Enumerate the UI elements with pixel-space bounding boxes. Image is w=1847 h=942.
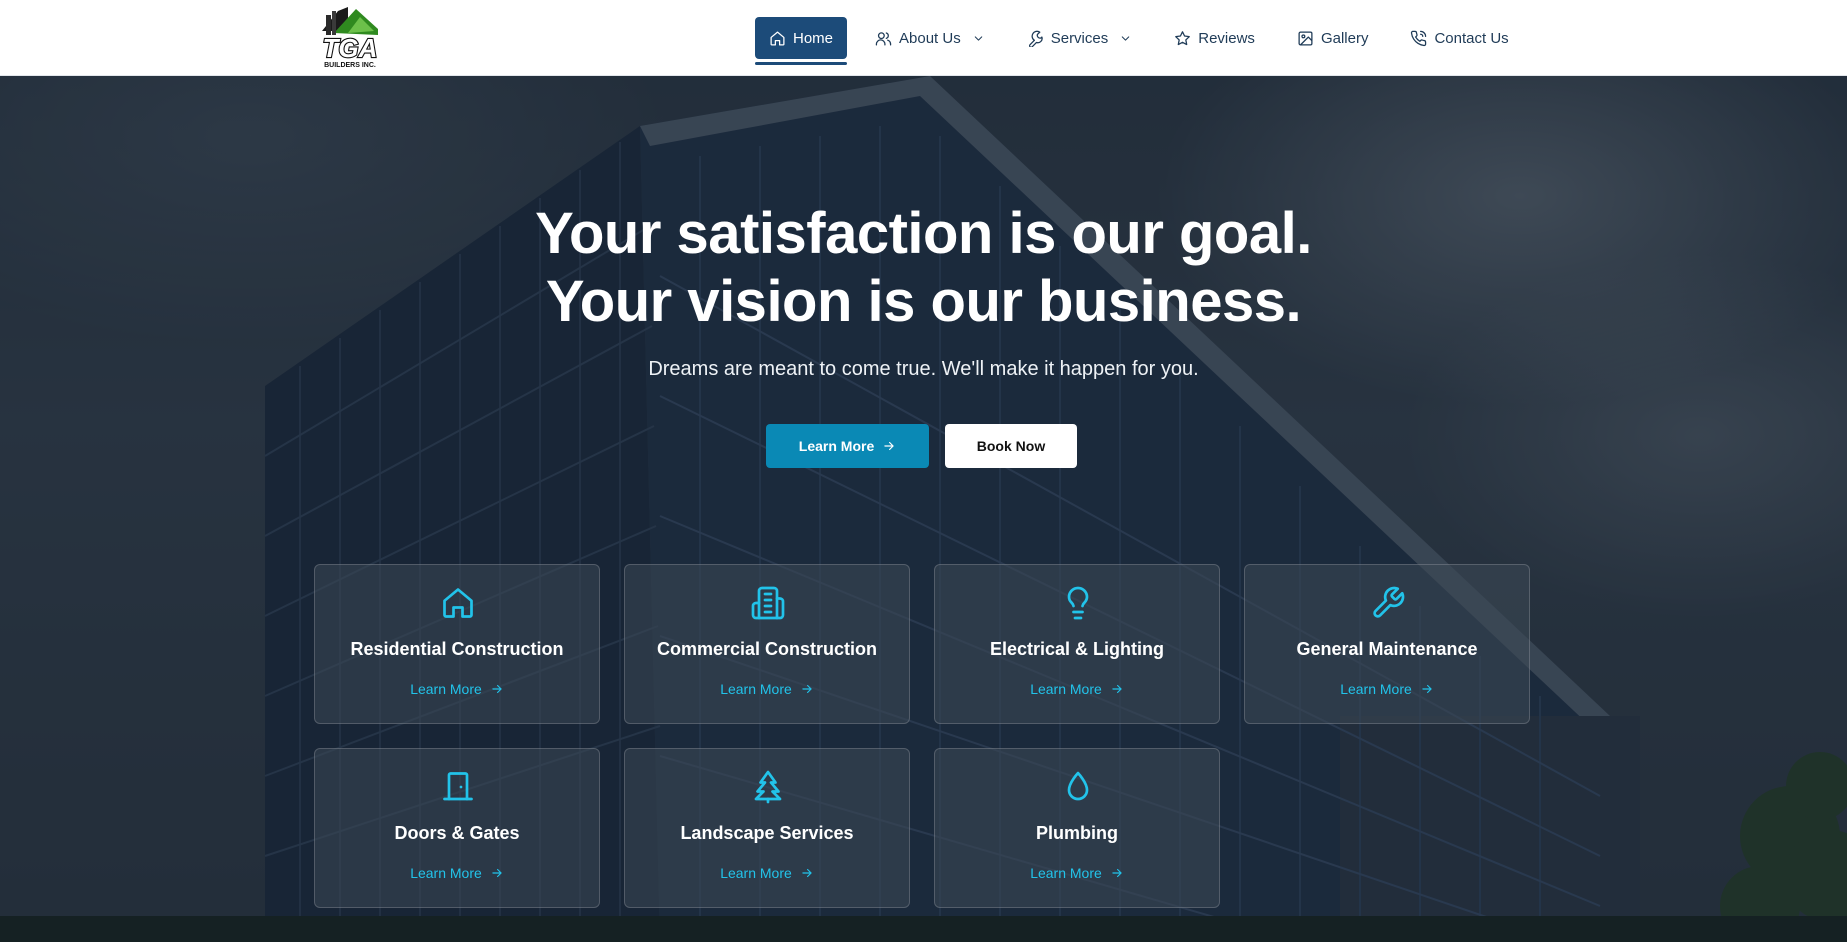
service-card-link-label: Learn More [720, 681, 792, 697]
hero-section: Your satisfaction is our goal. Your visi… [0, 76, 1847, 942]
arrow-right-icon [1112, 868, 1122, 878]
learn-more-button[interactable]: Learn More [766, 424, 929, 468]
service-card-general-maintenance[interactable]: General Maintenance Learn More [1244, 564, 1530, 724]
nav-reviews[interactable]: Reviews [1160, 17, 1269, 59]
service-card-plumbing[interactable]: Plumbing Learn More [934, 748, 1220, 908]
house-icon [443, 588, 473, 618]
site-header: TGA BUILDERS INC. Home About Us Services… [0, 0, 1847, 76]
arrow-right-icon [1422, 684, 1432, 694]
svg-text:BUILDERS INC.: BUILDERS INC. [324, 62, 376, 69]
door-icon [443, 772, 473, 801]
nav-home-label: Home [793, 29, 834, 47]
phone-icon [1411, 30, 1427, 46]
image-icon [1298, 30, 1313, 46]
service-card-link-label: Learn More [410, 681, 482, 697]
svg-text:TGA: TGA [323, 33, 378, 63]
hero-headline-line-1: Your satisfaction is our goal. [535, 201, 1312, 266]
chevron-down-icon [1122, 35, 1130, 41]
service-card-title: Residential Construction [350, 639, 564, 659]
nav-gallery-label: Gallery [1320, 29, 1369, 47]
service-card-link-label: Learn More [1030, 681, 1102, 697]
main-nav: Home About Us Services Reviews Gallery C… [755, 16, 1537, 65]
nav-contact-us[interactable]: Contact Us [1396, 17, 1522, 59]
chevron-down-icon [974, 35, 982, 41]
service-card-learn-more-link[interactable]: Learn More [315, 681, 599, 697]
nav-services[interactable]: Services [1013, 17, 1147, 59]
users-icon [875, 31, 892, 46]
service-card-link-label: Learn More [720, 865, 792, 881]
service-card-learn-more-link[interactable]: Learn More [625, 681, 909, 697]
service-card-residential-construction[interactable]: Residential Construction Learn More [314, 564, 600, 724]
droplet-icon [1067, 771, 1089, 801]
service-card-title: Electrical & Lighting [989, 639, 1165, 659]
service-card-learn-more-link[interactable]: Learn More [935, 681, 1219, 697]
arrow-right-icon [492, 684, 502, 694]
service-card-title: Landscape Services [680, 823, 854, 843]
arrow-right-icon [884, 441, 894, 451]
nav-reviews-label: Reviews [1198, 29, 1255, 47]
nav-contact-us-label: Contact Us [1434, 29, 1509, 47]
service-card-learn-more-link[interactable]: Learn More [935, 865, 1219, 881]
logo-graphic: TGA BUILDERS INC. [321, 7, 379, 69]
service-card-link-label: Learn More [1030, 865, 1102, 881]
building-icon [751, 586, 785, 620]
service-card-title: General Maintenance [1296, 639, 1478, 659]
service-card-link-label: Learn More [1340, 681, 1412, 697]
home-icon [770, 30, 785, 46]
nav-about-us-label: About Us [899, 29, 961, 47]
nav-about-us[interactable]: About Us [861, 17, 999, 59]
service-card-doors-gates[interactable]: Doors & Gates Learn More [314, 748, 600, 908]
service-card-title: Plumbing [1036, 823, 1118, 843]
service-card-electrical-lighting[interactable]: Electrical & Lighting Learn More [934, 564, 1220, 724]
arrow-right-icon [1112, 684, 1122, 694]
book-now-button[interactable]: Book Now [945, 424, 1077, 468]
book-now-button-label: Book Now [976, 438, 1046, 454]
wrench-icon [1373, 586, 1405, 618]
service-card-learn-more-link[interactable]: Learn More [625, 865, 909, 881]
arrow-right-icon [492, 868, 502, 878]
service-card-landscape-services[interactable]: Landscape Services Learn More [624, 748, 910, 908]
tree-icon [754, 770, 782, 804]
star-icon [1175, 30, 1191, 45]
nav-services-label: Services [1050, 29, 1109, 47]
arrow-right-icon [802, 684, 812, 694]
hero-headline-line-2: Your vision is our business. [545, 269, 1302, 334]
service-card-commercial-construction[interactable]: Commercial Construction Learn More [624, 564, 910, 724]
nav-gallery[interactable]: Gallery [1283, 17, 1383, 59]
service-card-link-label: Learn More [410, 865, 482, 881]
hero-subheadline: Dreams are meant to come true. We'll mak… [648, 358, 1199, 380]
service-card-title: Doors & Gates [394, 823, 520, 843]
service-card-title: Commercial Construction [656, 639, 878, 659]
lightbulb-icon [1067, 586, 1089, 620]
arrow-right-icon [802, 868, 812, 878]
service-card-learn-more-link[interactable]: Learn More [315, 865, 599, 881]
tga-logo[interactable]: TGA BUILDERS INC. [312, 3, 388, 69]
nav-home[interactable]: Home [755, 17, 848, 65]
service-card-learn-more-link[interactable]: Learn More [1245, 681, 1529, 697]
wrench-icon [1028, 30, 1043, 47]
learn-more-button-label: Learn More [798, 438, 875, 454]
